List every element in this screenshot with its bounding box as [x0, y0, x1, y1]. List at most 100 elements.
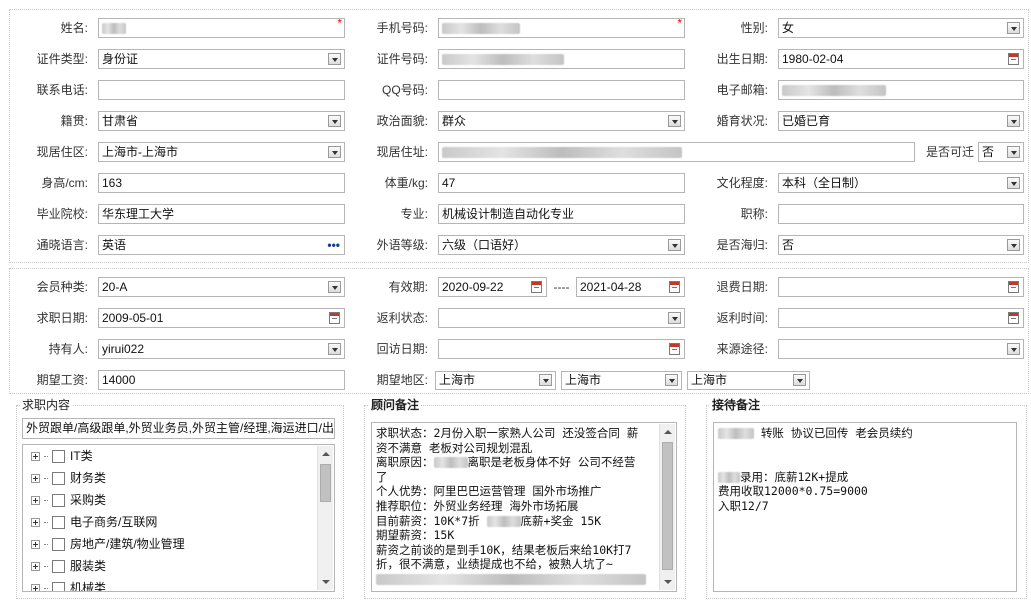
contact-phone-input[interactable] — [98, 80, 345, 100]
calendar-icon[interactable] — [329, 312, 340, 324]
tree-item[interactable]: 房地产/建筑/物业管理 — [31, 535, 185, 553]
checkbox[interactable] — [52, 494, 65, 508]
chevron-down-icon[interactable] — [668, 115, 681, 127]
scrollbar-thumb[interactable] — [320, 464, 331, 502]
expand-icon[interactable] — [31, 584, 40, 591]
tree-item[interactable]: IT类 — [31, 447, 93, 465]
address-input[interactable] — [438, 142, 915, 162]
chevron-down-icon[interactable] — [1007, 146, 1020, 158]
validity-start-input[interactable]: 2020-09-22 — [438, 277, 547, 297]
language-level-select[interactable]: 六级（口语好） — [438, 235, 685, 255]
expected-region-select-1[interactable]: 上海市 — [435, 371, 556, 390]
job-category-tree[interactable]: IT类 财务类 采购类 电子商务/互联网 房地产/建筑/物业管理 服装类 机械类 — [22, 444, 335, 592]
scrollbar-thumb[interactable] — [662, 442, 673, 570]
refund-date-input[interactable] — [778, 277, 1024, 297]
calendar-icon[interactable] — [1008, 281, 1019, 293]
expected-region-select-2[interactable]: 上海市 — [561, 371, 682, 390]
checkbox[interactable] — [52, 472, 65, 486]
tree-connector — [44, 544, 48, 546]
tree-item[interactable]: 电子商务/互联网 — [31, 513, 157, 531]
id-number-input[interactable] — [438, 49, 685, 69]
scroll-up-icon[interactable] — [318, 446, 333, 461]
marital-select[interactable]: 已婚已育 — [778, 111, 1024, 131]
id-type-select[interactable]: 身份证 — [98, 49, 345, 69]
expand-icon[interactable] — [31, 496, 40, 506]
chevron-down-icon[interactable] — [328, 53, 341, 65]
chevron-down-icon[interactable] — [1007, 343, 1020, 355]
email-input[interactable] — [778, 80, 1024, 100]
expand-icon[interactable] — [31, 562, 40, 572]
job-seek-date-input[interactable]: 2009-05-01 — [98, 308, 345, 328]
expand-icon[interactable] — [31, 474, 40, 484]
qq-input[interactable] — [438, 80, 685, 100]
chevron-down-icon[interactable] — [1007, 115, 1020, 127]
checkbox[interactable] — [52, 582, 65, 591]
school-input[interactable]: 华东理工大学 — [98, 204, 345, 224]
scroll-down-icon[interactable] — [318, 575, 333, 590]
language-input[interactable]: 英语 ••• — [98, 235, 345, 255]
calendar-icon[interactable] — [669, 281, 680, 293]
visit-date-input[interactable] — [438, 339, 685, 359]
chevron-down-icon[interactable] — [1007, 22, 1020, 34]
calendar-icon[interactable] — [1008, 312, 1019, 324]
calendar-icon[interactable] — [1008, 53, 1019, 65]
expected-salary-input[interactable]: 14000 — [98, 370, 345, 390]
birth-date-input[interactable]: 1980-02-04 — [778, 49, 1024, 69]
validity-end-input[interactable]: 2021-04-28 — [576, 277, 685, 297]
scrollbar[interactable] — [659, 424, 675, 590]
scroll-down-icon[interactable] — [660, 575, 675, 590]
tree-item-label: IT类 — [70, 449, 93, 463]
chevron-down-icon[interactable] — [793, 374, 806, 386]
native-place-select[interactable]: 甘肃省 — [98, 111, 345, 131]
expand-icon[interactable] — [31, 452, 40, 462]
chevron-down-icon[interactable] — [328, 146, 341, 158]
major-input[interactable]: 机械设计制造自动化专业 — [438, 204, 685, 224]
education-select[interactable]: 本科（全日制） — [778, 173, 1024, 193]
tree-item[interactable]: 采购类 — [31, 491, 106, 509]
job-content-summary-input[interactable]: 外贸跟单/高级跟单,外贸业务员,外贸主管/经理,海运进口/出 — [22, 418, 335, 439]
rebate-status-select[interactable] — [438, 308, 685, 328]
member-type-select[interactable]: 20-A — [98, 277, 345, 297]
relocate-select[interactable]: 否 — [978, 142, 1024, 162]
gender-select[interactable]: 女 — [778, 18, 1024, 38]
chevron-down-icon[interactable] — [1007, 239, 1020, 251]
scrollbar[interactable] — [317, 446, 333, 590]
rebate-time-input[interactable] — [778, 308, 1024, 328]
name-label: 姓名: — [60, 21, 88, 35]
note-line — [718, 441, 1012, 456]
handover-notes-textarea[interactable]: 转账 协议已回传 老会员续约 录用：底薪12K+提成 费用收取12000*0.7… — [713, 422, 1017, 592]
holder-select[interactable]: yirui022 — [98, 339, 345, 359]
residence-area-select[interactable]: 上海市-上海市 — [98, 142, 345, 162]
tree-item[interactable]: 服装类 — [31, 557, 106, 575]
tree-item[interactable]: 机械类 — [31, 579, 106, 591]
expand-icon[interactable] — [31, 540, 40, 550]
expected-region-select-3[interactable]: 上海市 — [687, 371, 810, 390]
advisor-notes-textarea[interactable]: 求职状态：2月份入职一家熟人公司 还没签合同 薪 资不满意 老板对公司规划混乱 … — [371, 422, 677, 592]
mobile-input[interactable]: * — [438, 18, 685, 38]
weight-input[interactable]: 47 — [438, 173, 685, 193]
checkbox[interactable] — [52, 450, 65, 464]
checkbox[interactable] — [52, 560, 65, 574]
expand-icon[interactable] — [31, 518, 40, 528]
calendar-icon[interactable] — [669, 343, 680, 355]
scroll-up-icon[interactable] — [660, 424, 675, 439]
name-input[interactable]: * — [98, 18, 345, 38]
chevron-down-icon[interactable] — [328, 343, 341, 355]
calendar-icon[interactable] — [531, 281, 542, 293]
checkbox[interactable] — [52, 516, 65, 530]
political-select[interactable]: 群众 — [438, 111, 685, 131]
height-input[interactable]: 163 — [98, 173, 345, 193]
overseas-select[interactable]: 否 — [778, 235, 1024, 255]
source-select[interactable] — [778, 339, 1024, 359]
more-options-icon[interactable]: ••• — [327, 236, 340, 254]
chevron-down-icon[interactable] — [1007, 177, 1020, 189]
chevron-down-icon[interactable] — [539, 374, 552, 386]
chevron-down-icon[interactable] — [668, 312, 681, 324]
chevron-down-icon[interactable] — [328, 115, 341, 127]
chevron-down-icon[interactable] — [668, 239, 681, 251]
checkbox[interactable] — [52, 538, 65, 552]
tree-item[interactable]: 财务类 — [31, 469, 106, 487]
chevron-down-icon[interactable] — [665, 374, 678, 386]
chevron-down-icon[interactable] — [328, 281, 341, 293]
title-input[interactable] — [778, 204, 1024, 224]
